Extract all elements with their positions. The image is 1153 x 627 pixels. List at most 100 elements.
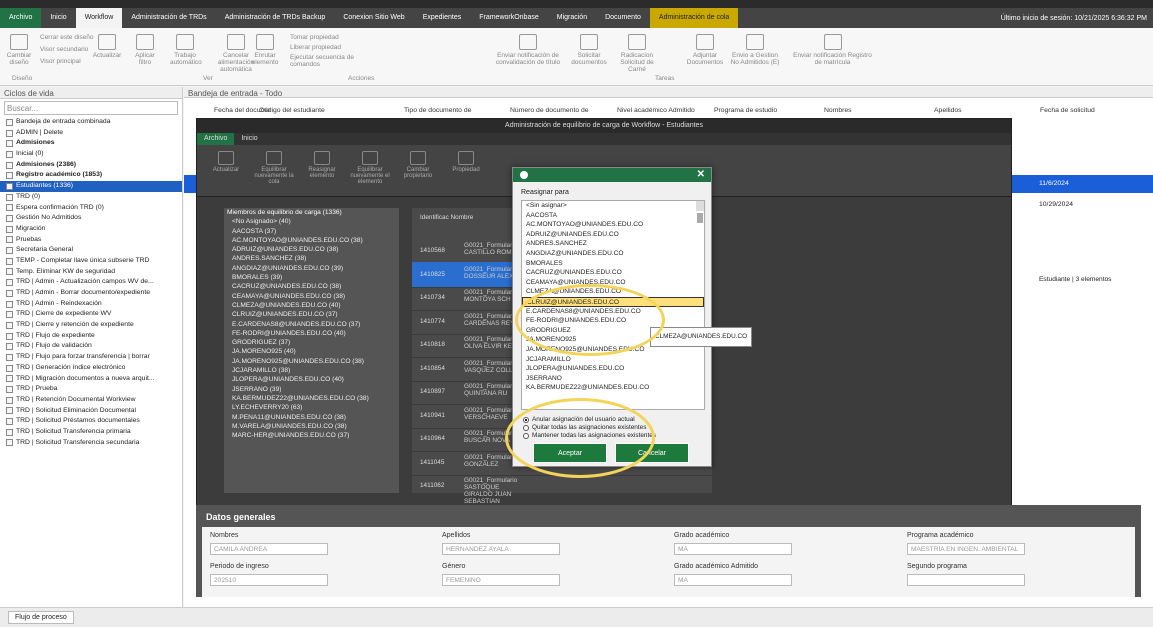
member-item[interactable]: FE-RODRI@UNIANDES.EDU.CO (40) [224, 329, 399, 338]
tree-item[interactable]: TRD | Solicitud Transferencia primaria [0, 427, 182, 438]
menu-queue-admin[interactable]: Administración de cola [649, 8, 739, 28]
member-item[interactable]: KA.BERMUDEZ22@UNIANDES.EDU.CO (38) [224, 394, 399, 403]
ribbon-button[interactable]: Aplicar filtro [130, 34, 160, 66]
process-flow-button[interactable]: Flujo de proceso [8, 611, 74, 624]
tree-item[interactable]: Inicial (0) [0, 149, 182, 160]
tree-item[interactable]: Migración [0, 224, 182, 235]
assignee-option[interactable]: ANGDIAZ@UNIANDES.EDU.CO [522, 249, 704, 259]
tree-item[interactable]: TRD | Cierre de expediente WV [0, 309, 182, 320]
tree-item[interactable]: TRD | Prueba [0, 384, 182, 395]
search-input[interactable]: Buscar... [4, 101, 178, 115]
tree-item[interactable]: Admisiones [0, 138, 182, 149]
tree-item[interactable]: TRD | Flujo para forzar transferencia | … [0, 352, 182, 363]
member-item[interactable]: JCJARAMILLO (38) [224, 366, 399, 375]
member-item[interactable]: LY.ECHEVERRY20 (63) [224, 403, 399, 412]
field-value[interactable]: 202510 [210, 574, 328, 586]
ribbon-button[interactable]: Visor secundario [40, 46, 100, 53]
field-value[interactable]: HERNANDEZ AYALA [442, 543, 560, 555]
ribbon-button[interactable]: Enviar notificación Registro de matrícul… [790, 34, 875, 66]
tree-item[interactable]: Temp. Eliminar KW de seguridad [0, 267, 182, 278]
tree-item[interactable]: Registro académico (1853) [0, 170, 182, 181]
field-value[interactable]: MA [674, 543, 792, 555]
member-item[interactable]: JSERRANO (39) [224, 385, 399, 394]
field-value[interactable]: CAMILA ANDREA [210, 543, 328, 555]
assignee-option[interactable]: JSERRANO [522, 374, 704, 384]
member-item[interactable]: <No Asignado> (40) [224, 217, 399, 226]
ribbon-button[interactable]: Liberar propiedad [290, 44, 350, 51]
list-scrollbar[interactable] [696, 201, 704, 223]
member-item[interactable]: M.VARELA@UNIANDES.EDU.CO (38) [224, 422, 399, 431]
member-item[interactable]: ANGDIAZ@UNIANDES.EDU.CO (39) [224, 264, 399, 273]
menu-item[interactable]: Conexion Sitio Web [334, 8, 413, 28]
tree-item[interactable]: TRD | Solicitud Eliminación Documental [0, 406, 182, 417]
member-item[interactable]: BMORALES (39) [224, 273, 399, 282]
member-item[interactable]: GRODRIGUEZ (37) [224, 338, 399, 347]
lb-menu-item[interactable]: Inicio [234, 133, 264, 145]
tree-item[interactable]: TRD | Flujo de validación [0, 341, 182, 352]
menu-item[interactable]: FrameworkOnbase [470, 8, 548, 28]
column-header[interactable]: Fecha de solicitud [1040, 107, 1135, 115]
assignee-option[interactable]: CACRUZ@UNIANDES.EDU.CO [522, 268, 704, 278]
member-item[interactable]: AC.MONTOYAO@UNIANDES.EDU.CO (38) [224, 236, 399, 245]
ribbon-button[interactable]: Tomar propiedad [290, 34, 350, 41]
assignee-option[interactable]: JCJARAMILLO [522, 355, 704, 365]
assignee-option[interactable]: KA.BERMUDEZ22@UNIANDES.EDU.CO [522, 383, 704, 393]
lb-ribbon-button[interactable]: Equilibrar nuevamente el elemento [347, 151, 393, 185]
tree-item[interactable]: TRD (0) [0, 192, 182, 203]
member-item[interactable]: MARC-HER@UNIANDES.EDU.CO (37) [224, 431, 399, 440]
tree-item[interactable]: Estudiantes (1336) [0, 181, 182, 192]
assignee-option[interactable]: AACOSTA [522, 211, 704, 221]
scroll-thumb[interactable] [697, 213, 703, 223]
field-value[interactable] [907, 574, 1025, 586]
tree-item[interactable]: Pruebas [0, 235, 182, 246]
column-header[interactable]: Nivel académico Admitido [617, 107, 712, 115]
member-item[interactable]: M.PENA11@UNIANDES.EDU.CO (38) [224, 413, 399, 422]
assignee-option[interactable]: ADRUIZ@UNIANDES.EDU.CO [522, 230, 704, 240]
column-header[interactable]: Nombres [824, 107, 919, 115]
menu-item[interactable]: Workflow [75, 8, 123, 28]
assignee-option[interactable]: ANDRES.SANCHEZ [522, 239, 704, 249]
menu-item[interactable]: Inicio [41, 8, 75, 28]
member-item[interactable]: CEAMAYA@UNIANDES.EDU.CO (38) [224, 292, 399, 301]
assignee-option[interactable]: <Sin asignar> [522, 201, 704, 211]
ribbon-button[interactable]: Cerrar este diseño [40, 34, 100, 41]
tree-item[interactable]: Admisiones (2386) [0, 160, 182, 171]
column-header[interactable]: Tipo de documento de [404, 107, 499, 115]
ribbon-button[interactable]: Adjuntar Documentos [680, 34, 730, 66]
ribbon-button[interactable]: Ejecutar secuencia de comandos [290, 54, 380, 68]
ribbon-button[interactable]: Enviar notificación de convalidación de … [488, 34, 568, 66]
lb-ribbon-button[interactable]: Reasignar elemento [299, 151, 345, 179]
member-item[interactable]: CLMEZA@UNIANDES.EDU.CO (40) [224, 301, 399, 310]
ribbon-button[interactable]: Actualizar [92, 34, 122, 59]
tree-item[interactable]: ADMIN | Delete [0, 128, 182, 139]
member-item[interactable]: JLOPERA@UNIANDES.EDU.CO (40) [224, 375, 399, 384]
member-item[interactable]: AACOSTA (37) [224, 227, 399, 236]
member-item[interactable]: ADRUIZ@UNIANDES.EDU.CO (38) [224, 245, 399, 254]
tree-item[interactable]: TEMP - Completar llave única subserie TR… [0, 256, 182, 267]
tree-item[interactable]: TRD | Cierre y retención de expediente [0, 320, 182, 331]
ribbon-button[interactable]: Visor principal [40, 58, 100, 65]
field-value[interactable]: MA [674, 574, 792, 586]
lb-ribbon-button[interactable]: Cambiar propietario [395, 151, 441, 179]
tree-item[interactable]: TRD | Migración documentos a nueva arqui… [0, 374, 182, 385]
ribbon-button[interactable]: Trabajo automático [170, 34, 202, 66]
tree-item[interactable]: Espera confirmación TRD (0) [0, 203, 182, 214]
lb-menu-item[interactable]: Archivo [197, 133, 235, 145]
field-value[interactable]: FEMENINO [442, 574, 560, 586]
ribbon-button[interactable]: Envio a Gestion No Admitidos (E) [730, 34, 780, 66]
tree-item[interactable]: Gestión No Admitidos [0, 213, 182, 224]
ribbon-button[interactable]: Radicacion Solicitud de Carné [612, 34, 662, 73]
tree-item[interactable]: TRD | Retención Documental Workview [0, 395, 182, 406]
tree-item[interactable]: TRD | Solicitud Transferencia secundaria [0, 438, 182, 449]
column-header[interactable]: Código del estudiante [259, 107, 354, 115]
member-item[interactable]: CACRUZ@UNIANDES.EDU.CO (38) [224, 282, 399, 291]
menu-item[interactable]: Expedientes [414, 8, 471, 28]
menu-item[interactable]: Migración [548, 8, 596, 28]
column-header[interactable]: Programa de estudio [714, 107, 809, 115]
assignee-option[interactable]: JLOPERA@UNIANDES.EDU.CO [522, 364, 704, 374]
lb-ribbon-button[interactable]: Equilibrar nuevamente la cola [251, 151, 297, 185]
tree-item[interactable]: TRD | Solicitud Préstamos documentales [0, 416, 182, 427]
column-header[interactable]: Número de documento de [510, 107, 605, 115]
member-item[interactable]: E.CARDENAS8@UNIANDES.EDU.CO (37) [224, 320, 399, 329]
tab-estudiante[interactable]: Estudiante | 3 elementos [1039, 276, 1111, 283]
